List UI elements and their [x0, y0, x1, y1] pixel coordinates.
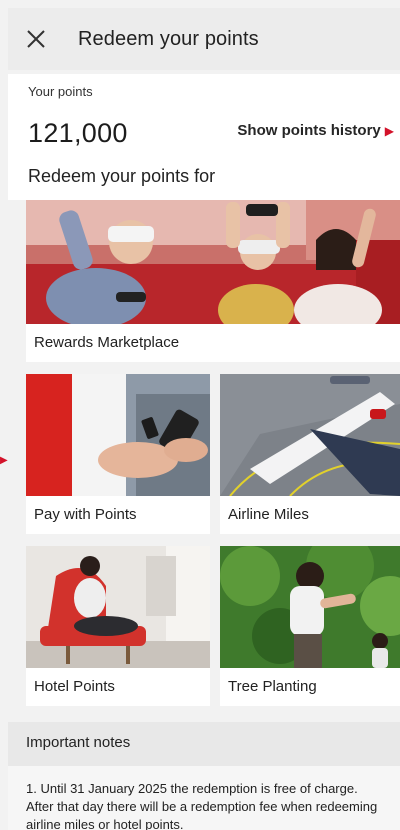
tile-pay-with-points[interactable]: Pay with Points — [26, 374, 210, 534]
tile-label: Tree Planting — [228, 678, 317, 695]
tile-label: Pay with Points — [34, 506, 137, 523]
tile-hotel-points[interactable]: Hotel Points — [26, 546, 210, 706]
important-notes-header: Important notes — [8, 722, 400, 766]
important-notes-title: Important notes — [26, 734, 131, 751]
tile-airline-miles[interactable]: Airline Miles — [220, 374, 400, 534]
chevron-right-icon: ▶ — [384, 123, 394, 138]
tile-label: Hotel Points — [34, 678, 115, 695]
tree-planting-image — [220, 546, 400, 668]
hotel-points-image — [26, 546, 210, 668]
points-card: Your points 121,000 Show points history … — [8, 74, 400, 200]
side-pointer-icon: ▶ — [0, 455, 8, 466]
tile-tree-planting[interactable]: Tree Planting — [220, 546, 400, 706]
close-button[interactable] — [8, 8, 64, 70]
close-icon — [27, 30, 45, 48]
app-header: Redeem your points — [8, 8, 400, 70]
airline-miles-image — [220, 374, 400, 496]
section-title: Redeem your points for — [28, 166, 216, 186]
page-title: Redeem your points — [78, 27, 259, 50]
points-value: 121,000 — [28, 118, 128, 148]
points-label: Your points — [28, 84, 93, 99]
important-notes-text: 1. Until 31 January 2025 the redemption … — [8, 766, 400, 830]
tile-label: Rewards Marketplace — [34, 334, 180, 351]
history-link-label: Show points history — [237, 122, 381, 139]
show-points-history-link[interactable]: Show points history ▶ — [237, 122, 394, 139]
tile-rewards-marketplace[interactable]: Rewards Marketplace — [26, 200, 400, 362]
tile-label: Airline Miles — [228, 506, 309, 523]
rewards-marketplace-image — [26, 200, 400, 324]
pay-with-points-image — [26, 374, 210, 496]
